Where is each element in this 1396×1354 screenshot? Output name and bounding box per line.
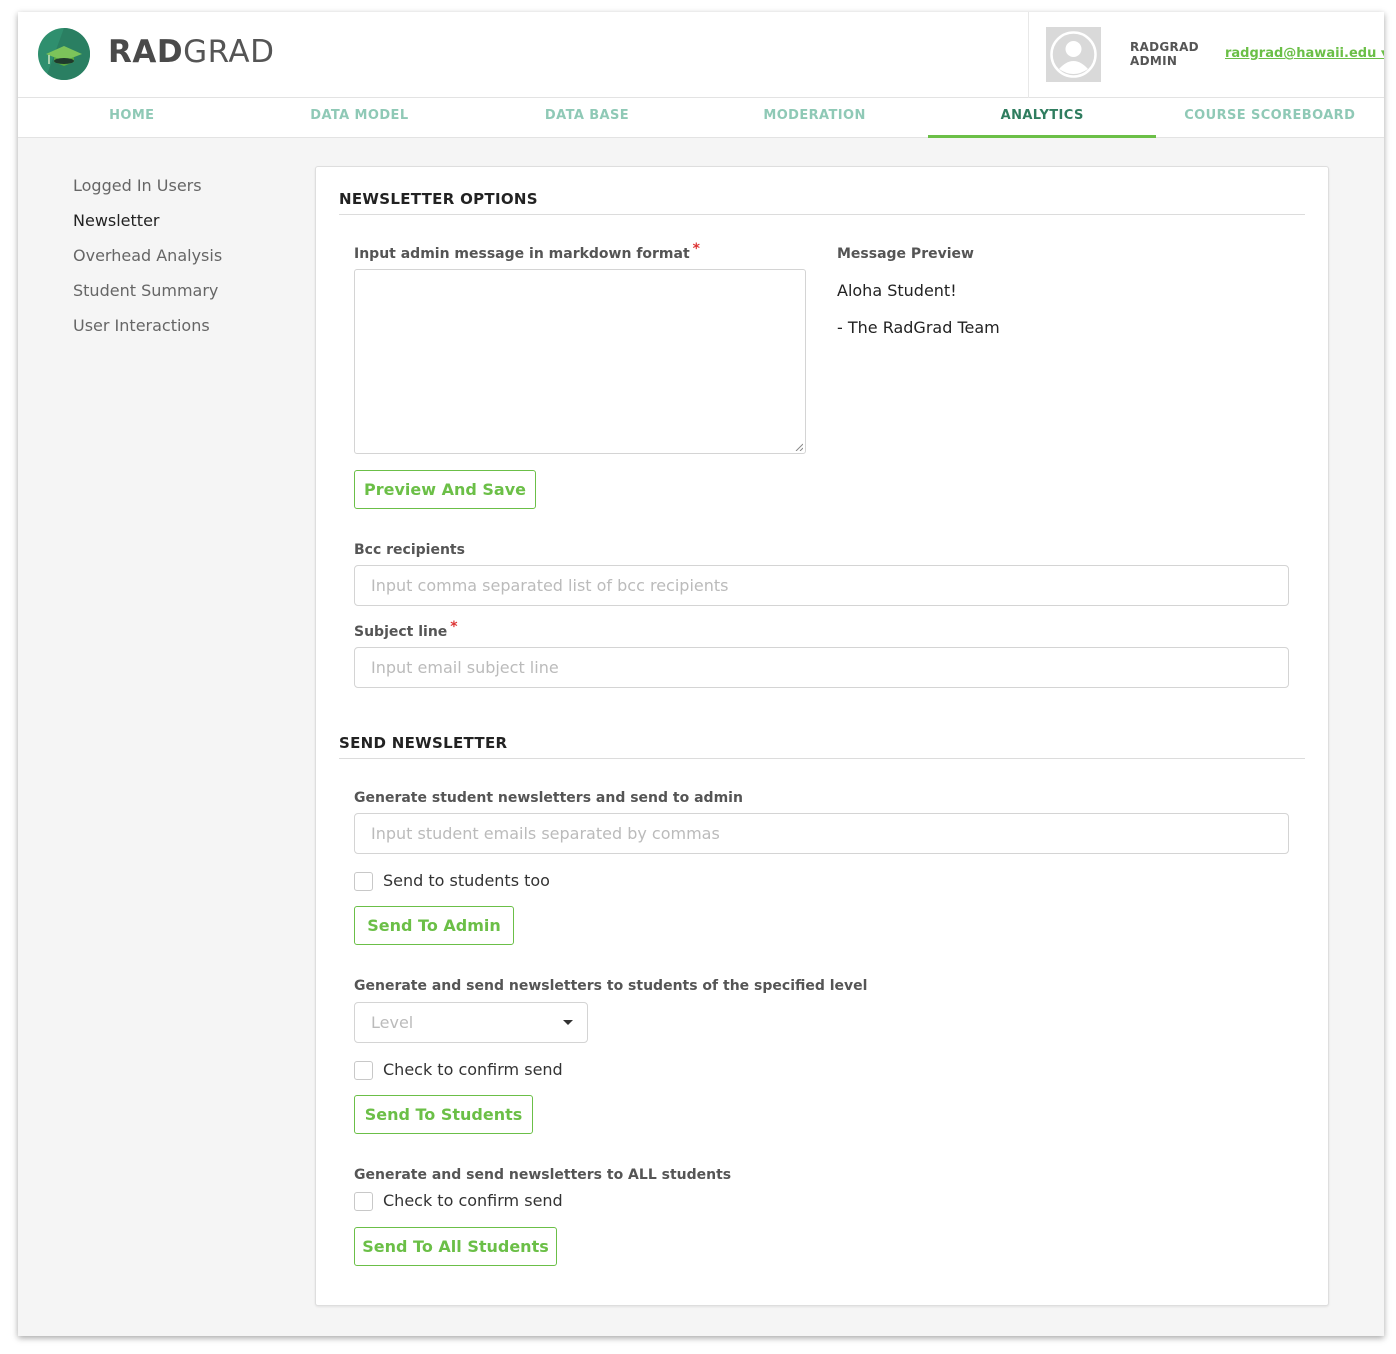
student-emails-placeholder: Input student emails separated by commas [371, 824, 720, 843]
preview-line-1: Aloha Student! [837, 281, 957, 300]
user-box: RADGRAD ADMIN radgrad@hawaii.edu ▾ [1028, 12, 1384, 98]
main-nav: HOME DATA MODEL DATA BASE MODERATION ANA… [18, 98, 1384, 138]
send-to-students-too-checkbox[interactable] [354, 872, 373, 891]
subject-input[interactable]: Input email subject line [354, 647, 1289, 688]
subject-placeholder: Input email subject line [371, 658, 559, 677]
nav-data-model[interactable]: DATA MODEL [246, 98, 474, 138]
user-name-line2: ADMIN [1130, 54, 1178, 68]
level-placeholder: Level [371, 1013, 414, 1032]
caret-down-icon [563, 1020, 573, 1025]
all-send-label: Generate and send newsletters to ALL stu… [354, 1167, 732, 1183]
subject-label-text: Subject line [354, 624, 448, 640]
section-title-options: NEWSLETTER OPTIONS [339, 190, 1305, 215]
radgrad-logo-icon[interactable] [38, 28, 90, 80]
required-mark: * [450, 619, 458, 635]
confirm-level-send-checkbox[interactable] [354, 1061, 373, 1080]
preview-label: Message Preview [837, 246, 974, 262]
subject-label: Subject line * [354, 619, 458, 640]
user-name-line1: RADGRAD [1130, 40, 1199, 54]
confirm-all-send-label: Check to confirm send [383, 1191, 563, 1210]
nav-course-scoreboard[interactable]: COURSE SCOREBOARD [1156, 98, 1384, 138]
sidebar-item-newsletter[interactable]: Newsletter [73, 209, 222, 244]
preview-and-save-button[interactable]: Preview And Save [354, 470, 536, 509]
avatar-icon[interactable] [1046, 27, 1101, 82]
confirm-level-send-label: Check to confirm send [383, 1060, 563, 1079]
send-to-admin-button[interactable]: Send To Admin [354, 906, 514, 945]
preview-line-2: - The RadGrad Team [837, 318, 1000, 337]
admin-send-label: Generate student newsletters and send to… [354, 790, 743, 806]
message-textarea[interactable] [354, 269, 806, 454]
student-emails-input[interactable]: Input student emails separated by commas [354, 813, 1289, 854]
sidebar-item-user-interactions[interactable]: User Interactions [73, 314, 222, 349]
sidebar-item-logged-in-users[interactable]: Logged In Users [73, 174, 222, 209]
send-to-students-too-label: Send to students too [383, 871, 550, 890]
level-send-label: Generate and send newsletters to student… [354, 978, 868, 994]
level-select[interactable]: Level [354, 1002, 588, 1043]
app-window: RADGRAD RADGRAD ADMIN radgrad@hawaii.edu… [18, 12, 1384, 1336]
sidebar-item-student-summary[interactable]: Student Summary [73, 279, 222, 314]
resize-grip-icon[interactable] [795, 443, 803, 451]
sidebar: Logged In Users Newsletter Overhead Anal… [73, 174, 222, 349]
confirm-all-send-checkbox[interactable] [354, 1192, 373, 1211]
nav-moderation[interactable]: MODERATION [701, 98, 929, 138]
brand-name[interactable]: RADGRAD [108, 34, 275, 70]
sidebar-item-overhead-analysis[interactable]: Overhead Analysis [73, 244, 222, 279]
nav-home[interactable]: HOME [18, 98, 246, 138]
header: RADGRAD RADGRAD ADMIN radgrad@hawaii.edu… [18, 12, 1384, 98]
send-to-students-button[interactable]: Send To Students [354, 1095, 533, 1134]
newsletter-panel: NEWSLETTER OPTIONS Input admin message i… [315, 166, 1329, 1306]
bcc-placeholder: Input comma separated list of bcc recipi… [371, 576, 729, 595]
user-email-dropdown[interactable]: radgrad@hawaii.edu ▾ [1225, 46, 1384, 61]
send-to-all-students-button[interactable]: Send To All Students [354, 1227, 557, 1266]
bcc-input[interactable]: Input comma separated list of bcc recipi… [354, 565, 1289, 606]
user-name: RADGRAD ADMIN [1130, 40, 1199, 68]
brand-rest: GRAD [183, 34, 275, 70]
message-label: Input admin message in markdown format * [354, 241, 700, 262]
brand-bold: RAD [108, 34, 184, 70]
section-title-send: SEND NEWSLETTER [339, 734, 1305, 759]
nav-data-base[interactable]: DATA BASE [473, 98, 701, 138]
message-label-text: Input admin message in markdown format [354, 246, 690, 262]
nav-analytics[interactable]: ANALYTICS [928, 98, 1156, 138]
bcc-label: Bcc recipients [354, 542, 465, 558]
required-mark: * [692, 241, 700, 257]
